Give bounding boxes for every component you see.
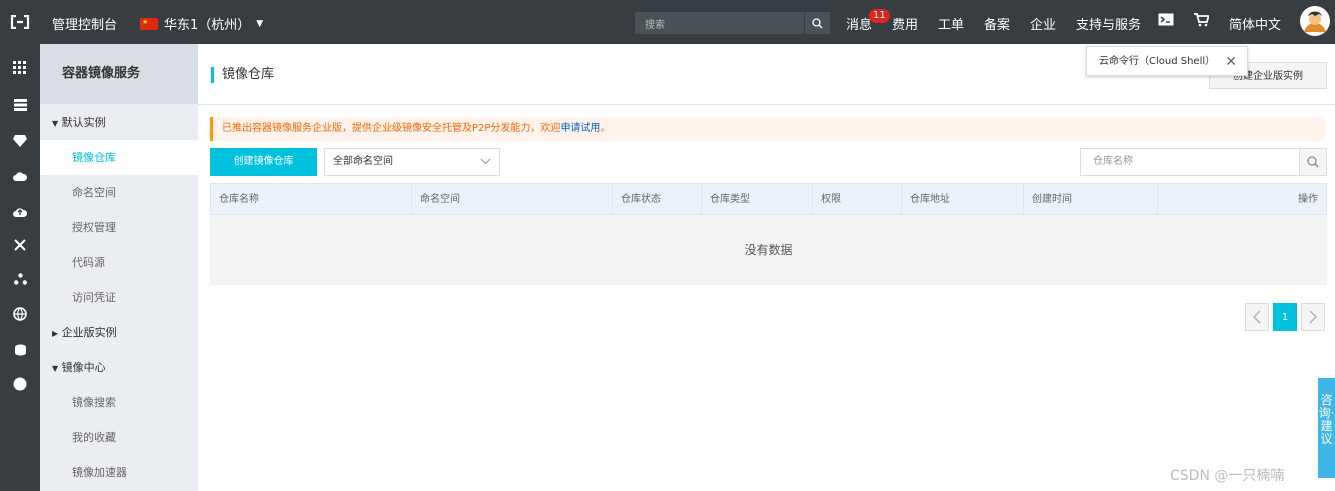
billing-link[interactable]: 费用: [892, 14, 918, 33]
database-icon[interactable]: [10, 340, 30, 360]
messages-badge: 11: [869, 9, 890, 23]
sidebar-group-image-center[interactable]: ▼ 镜像中心: [40, 350, 198, 385]
page-number[interactable]: 1: [1273, 303, 1297, 331]
namespace-select[interactable]: 全部命名空间: [324, 148, 500, 176]
console-link[interactable]: 管理控制台: [52, 14, 117, 33]
column-header: 命名空间: [412, 184, 613, 215]
product-icon-bar: [0, 44, 40, 491]
region-selector[interactable]: 华东1（杭州） ▼: [140, 14, 263, 33]
cross-arrows-icon[interactable]: [10, 235, 30, 255]
page-title: 镜像仓库: [211, 67, 274, 83]
sidebar-item-favorites[interactable]: 我的收藏: [40, 420, 198, 455]
sidebar-item-credentials[interactable]: 访问凭证: [40, 280, 198, 315]
cart-icon[interactable]: [1194, 13, 1210, 31]
chevron-down-icon: [480, 149, 491, 175]
column-header: 仓库类型: [702, 184, 813, 215]
column-header: 操作: [1298, 194, 1318, 205]
global-search-input[interactable]: 搜索: [635, 12, 830, 34]
china-flag-icon: [140, 17, 158, 30]
caret-down-icon: ▼: [52, 364, 59, 373]
enterprise-link[interactable]: 企业: [1030, 14, 1056, 33]
next-page-button[interactable]: [1301, 303, 1325, 331]
notice-end: 。: [600, 123, 611, 134]
create-repository-button[interactable]: 创建镜像仓库: [210, 148, 317, 176]
cloud-upload-icon[interactable]: [10, 201, 30, 221]
support-link[interactable]: 支持与服务: [1076, 14, 1141, 33]
sidebar-item-authorization[interactable]: 授权管理: [40, 210, 198, 245]
sidebar-group-default-instance[interactable]: ▼ 默认实例: [40, 105, 198, 140]
sidebar-item-label: 企业版实例: [61, 326, 117, 339]
column-header: 仓库地址: [902, 184, 1024, 215]
sidebar-group-enterprise-instances[interactable]: ▶ 企业版实例: [40, 315, 198, 350]
empty-state: 没有数据: [210, 215, 1327, 285]
notice-text: 已推出容器镜像服务企业版，提供企业级镜像安全托管及P2P分发能力，欢迎: [222, 123, 561, 134]
grid-menu-icon[interactable]: [10, 58, 30, 78]
region-label: 华东1（杭州）: [164, 18, 251, 33]
language-selector[interactable]: 简体中文: [1229, 14, 1281, 33]
search-icon[interactable]: [1299, 148, 1327, 176]
column-header: 权限: [813, 184, 902, 215]
service-title: 容器镜像服务: [40, 44, 198, 104]
sidebar-item-repositories[interactable]: 镜像仓库: [40, 140, 198, 175]
close-icon[interactable]: ✕: [1225, 47, 1237, 77]
search-placeholder: 搜索: [645, 20, 665, 31]
sidebar-item-namespaces[interactable]: 命名空间: [40, 175, 198, 210]
apply-trial-link[interactable]: 申请试用: [560, 123, 600, 134]
cloud-shell-icon[interactable]: [1158, 13, 1174, 30]
table-header: 仓库名称 命名空间 仓库状态 仓库类型 权限 仓库地址 创建时间 操作: [210, 183, 1327, 215]
sidebar-item-label: 镜像中心: [61, 361, 106, 374]
column-header: 仓库状态: [613, 184, 702, 215]
caret-right-icon: ▶: [52, 329, 59, 338]
top-navbar: 管理控制台 华东1（杭州） ▼ 搜索 消息 11 费用 工单 备案 企业 支持与…: [0, 0, 1335, 44]
column-header: 仓库名称: [211, 184, 412, 215]
circle-icon[interactable]: [10, 374, 30, 394]
network-icon[interactable]: [10, 269, 30, 289]
sidebar-item-label: 默认实例: [61, 116, 106, 129]
sidebar-item-image-search[interactable]: 镜像搜索: [40, 385, 198, 420]
sidebar-item-accelerator[interactable]: 镜像加速器: [40, 455, 198, 490]
aliyun-logo-icon[interactable]: [0, 0, 40, 44]
icp-link[interactable]: 备案: [984, 14, 1010, 33]
main-content: 镜像仓库 创建企业版实例 云命令行（Cloud Shell） ✕ 已推出容器镜像…: [198, 44, 1335, 491]
globe-icon[interactable]: [10, 304, 30, 324]
prev-page-button[interactable]: [1245, 303, 1269, 331]
enterprise-notice: 已推出容器镜像服务企业版，提供企业级镜像安全托管及P2P分发能力，欢迎申请试用。: [210, 117, 1325, 141]
column-header: 创建时间: [1024, 184, 1158, 215]
watermark: CSDN @一只楠喃: [1170, 468, 1285, 484]
cloud-icon[interactable]: [10, 166, 30, 186]
consult-suggest-button[interactable]: 咨询·建议: [1318, 378, 1335, 478]
tickets-link[interactable]: 工单: [938, 14, 964, 33]
cloud-shell-tooltip: 云命令行（Cloud Shell） ✕: [1086, 46, 1248, 76]
caret-down-icon: ▼: [52, 119, 59, 128]
user-avatar[interactable]: [1300, 6, 1330, 36]
sidebar-item-code-source[interactable]: 代码源: [40, 245, 198, 280]
repository-table: 仓库名称 命名空间 仓库状态 仓库类型 权限 仓库地址 创建时间 操作 没有数据: [210, 183, 1327, 285]
caret-down-icon: ▼: [256, 18, 264, 29]
diamond-icon[interactable]: [10, 131, 30, 151]
service-sidebar: 容器镜像服务 ▼ 默认实例 镜像仓库 命名空间 授权管理 代码源 访问凭证 ▶ …: [40, 44, 198, 491]
tooltip-text: 云命令行（Cloud Shell）: [1099, 56, 1216, 67]
server-icon[interactable]: [10, 95, 30, 115]
namespace-select-value: 全部命名空间: [333, 156, 393, 167]
search-icon[interactable]: [804, 12, 830, 34]
repository-search-input[interactable]: 仓库名称: [1080, 148, 1300, 176]
